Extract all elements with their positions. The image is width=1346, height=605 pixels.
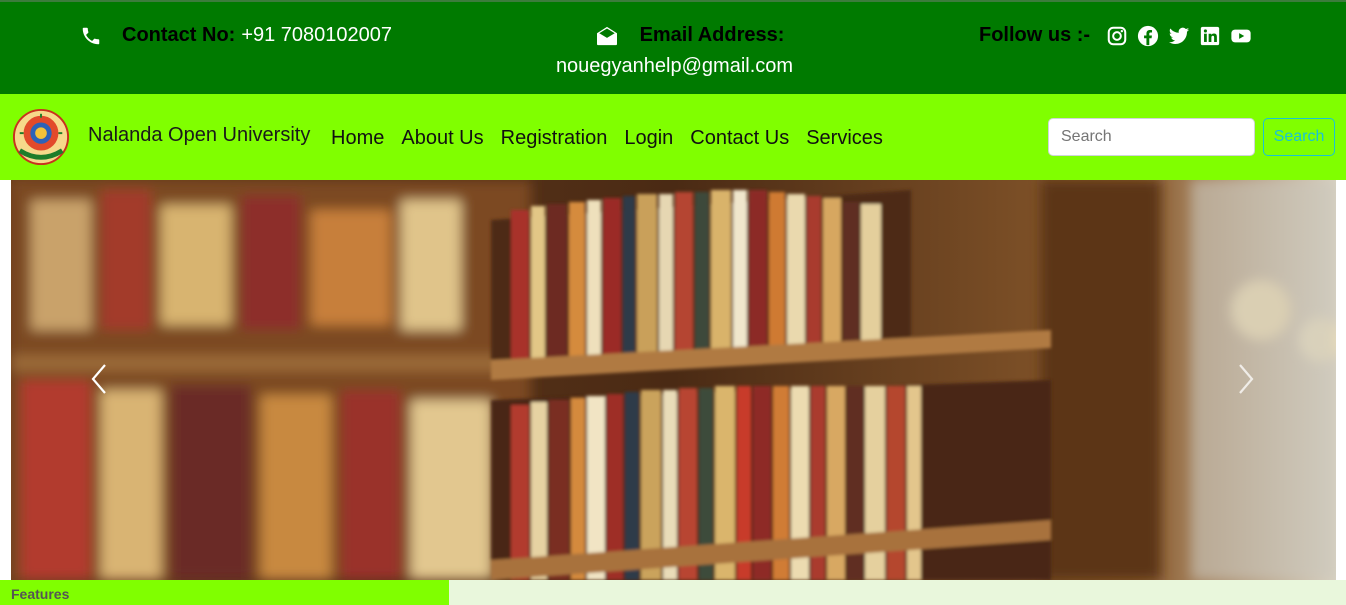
linkedin-icon[interactable] <box>1199 25 1221 47</box>
main-navbar: Nalanda Open University Home About Us Re… <box>0 94 1346 180</box>
nav-item-registration[interactable]: Registration <box>501 127 608 150</box>
nav-item-services[interactable]: Services <box>806 127 883 150</box>
email-info: Email Address: nouegyanhelp@gmail.com <box>540 24 840 78</box>
youtube-icon[interactable] <box>1230 25 1252 47</box>
facebook-icon[interactable] <box>1137 25 1159 47</box>
hero-carousel <box>11 180 1336 580</box>
nav-item-contact-us[interactable]: Contact Us <box>690 127 789 150</box>
nav-item-home[interactable]: Home <box>331 127 384 150</box>
nav-item-login[interactable]: Login <box>624 127 673 150</box>
features-content <box>449 580 1346 605</box>
chevron-right-icon[interactable] <box>1236 363 1256 395</box>
nav-item-about-us[interactable]: About Us <box>401 127 483 150</box>
email-label: Email Address: <box>639 24 785 46</box>
top-contact-bar: Contact No: +91 7080102007 Email Address… <box>0 0 1346 94</box>
brand-name[interactable]: Nalanda Open University <box>88 124 310 147</box>
contact-info: Contact No: +91 7080102007 <box>80 24 392 47</box>
instagram-icon[interactable] <box>1106 25 1128 47</box>
search-input[interactable] <box>1048 118 1255 156</box>
university-logo[interactable] <box>12 108 70 166</box>
search-button[interactable]: Search <box>1263 118 1335 156</box>
contact-number: +91 7080102007 <box>241 24 393 46</box>
email-address: nouegyanhelp@gmail.com <box>555 55 794 77</box>
twitter-icon[interactable] <box>1168 25 1190 47</box>
features-label: Features <box>11 586 70 602</box>
contact-label: Contact No: <box>122 24 236 46</box>
follow-label: Follow us :- <box>979 24 1091 46</box>
social-follow: Follow us :- <box>979 24 1261 47</box>
envelope-icon <box>596 26 617 45</box>
library-bookshelf-image <box>11 180 1336 580</box>
chevron-left-icon[interactable] <box>89 363 109 395</box>
phone-icon <box>82 27 100 44</box>
nav-menu: Home About Us Registration Login Contact… <box>331 127 900 150</box>
features-header: Features <box>0 580 449 605</box>
